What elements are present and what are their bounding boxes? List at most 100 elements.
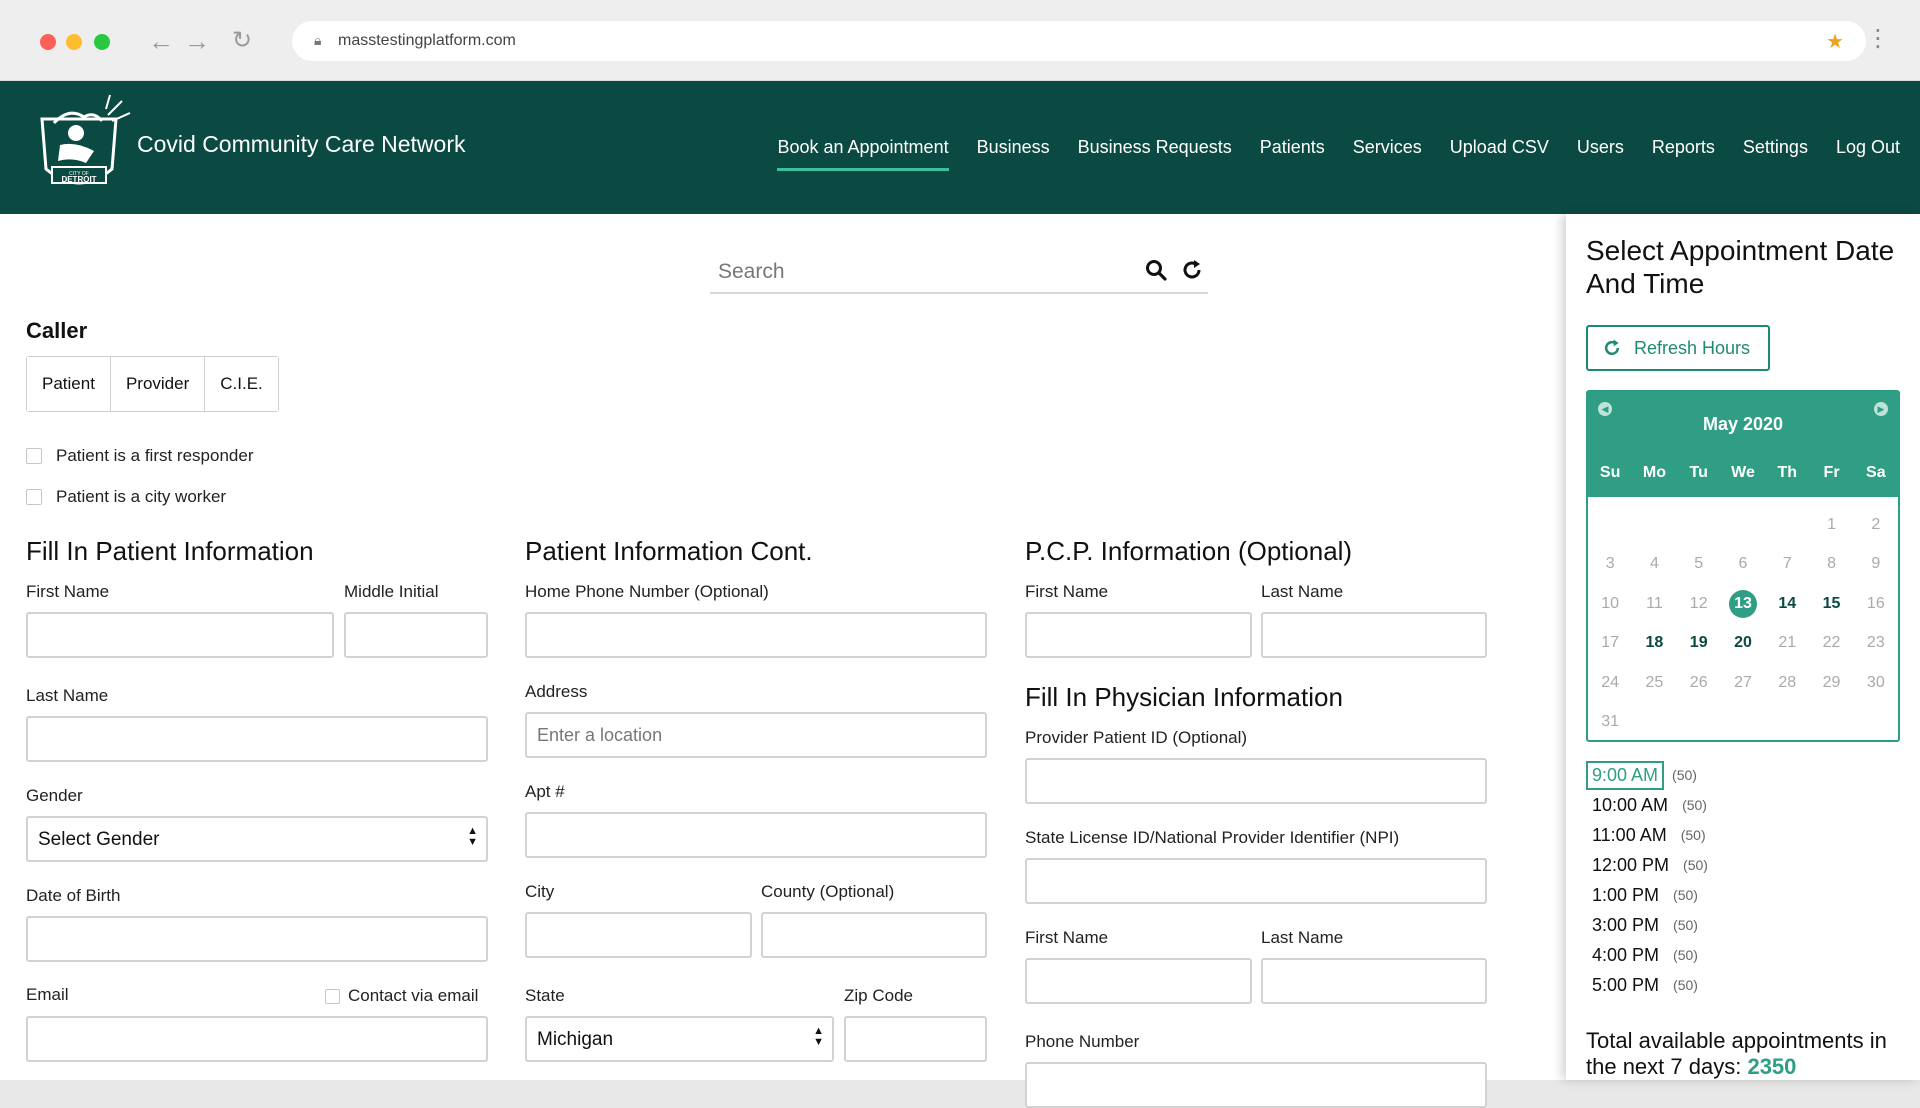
time-slot-list: 9:00 AM (50) 10:00 AM (50) 11:00 AM (50) 12:00… xyxy=(1586,760,1708,1000)
pcp-last-name-label: Last Name xyxy=(1261,582,1344,601)
zip-input[interactable] xyxy=(844,1016,987,1062)
email-input[interactable] xyxy=(26,1016,488,1062)
refresh-icon[interactable] xyxy=(1180,258,1204,282)
address-input[interactable] xyxy=(525,712,987,758)
time-slot-time[interactable]: 5:00 PM xyxy=(1586,971,1665,1000)
calendar-day: 24 xyxy=(1601,673,1620,691)
calendar-day[interactable]: 13 xyxy=(1721,589,1765,618)
calendar-header: ◀ May 2020 ▶ Su Mo Tu We Th Fr Sa xyxy=(1588,392,1898,497)
middle-initial-input[interactable] xyxy=(344,612,488,658)
calendar-day: 27 xyxy=(1734,673,1752,691)
contact-email-checkbox-row[interactable]: Contact via email xyxy=(325,986,478,1006)
nav-business-requests[interactable]: Business Requests xyxy=(1078,137,1232,171)
home-phone-input[interactable] xyxy=(525,612,987,658)
calendar-day: 28 xyxy=(1778,673,1797,691)
selected-day[interactable]: 13 xyxy=(1728,589,1757,618)
calendar-day[interactable]: 18 xyxy=(1632,634,1676,652)
gender-select-value: Select Gender xyxy=(38,829,160,850)
calendar-day: 3 xyxy=(1605,555,1615,573)
select-caret-icon: ▲ ▼ xyxy=(813,1025,824,1048)
calendar-day: 11 xyxy=(1646,594,1663,612)
calendar-week: 17 18 19 20 21 22 23 xyxy=(1588,624,1898,664)
dob-input[interactable] xyxy=(26,916,488,962)
refresh-hours-button[interactable]: Refresh Hours xyxy=(1586,325,1770,371)
caller-patient-button[interactable]: Patient xyxy=(27,357,111,411)
first-responder-label: Patient is a first responder xyxy=(56,446,254,465)
search-icon[interactable] xyxy=(1144,258,1168,282)
nav-upload-csv[interactable]: Upload CSV xyxy=(1450,137,1549,171)
nav-log-out[interactable]: Log Out xyxy=(1836,137,1900,171)
nav-reports[interactable]: Reports xyxy=(1652,137,1715,171)
nav-book-appointment[interactable]: Book an Appointment xyxy=(777,137,949,171)
calendar-day[interactable]: 14 xyxy=(1765,595,1809,613)
physician-last-name-input[interactable] xyxy=(1261,958,1487,1004)
first-name-input[interactable] xyxy=(26,612,334,658)
minimize-window-button[interactable] xyxy=(66,34,82,50)
address-bar[interactable]: 🔒︎ masstestingplatform.com ★ xyxy=(292,21,1866,61)
close-window-button[interactable] xyxy=(40,34,56,50)
lock-icon: 🔒︎ xyxy=(314,32,322,48)
pcp-last-name-input[interactable] xyxy=(1261,612,1487,658)
time-slot[interactable]: 10:00 AM (50) xyxy=(1586,790,1708,820)
calendar-day[interactable]: 20 xyxy=(1721,634,1765,652)
state-select[interactable]: Michigan ▲ ▼ xyxy=(525,1016,834,1062)
caller-cie-button[interactable]: C.I.E. xyxy=(205,357,278,411)
nav-services[interactable]: Services xyxy=(1353,137,1422,171)
gender-label: Gender xyxy=(26,786,83,805)
time-slot-time[interactable]: 4:00 PM xyxy=(1586,941,1665,970)
time-slot-time[interactable]: 1:00 PM xyxy=(1586,881,1665,910)
pcp-first-name-input[interactable] xyxy=(1025,612,1252,658)
nav-business[interactable]: Business xyxy=(977,137,1050,171)
time-slot[interactable]: 4:00 PM (50) xyxy=(1586,940,1708,970)
time-slot-time[interactable]: 3:00 PM xyxy=(1586,911,1665,940)
city-input[interactable] xyxy=(525,912,752,958)
maximize-window-button[interactable] xyxy=(94,34,110,50)
provider-id-input[interactable] xyxy=(1025,758,1487,804)
dob-label: Date of Birth xyxy=(26,886,121,905)
time-slot-time[interactable]: 9:00 AM xyxy=(1586,760,1665,790)
time-slot[interactable]: 1:00 PM (50) xyxy=(1586,880,1708,910)
physician-first-name-label: First Name xyxy=(1025,928,1109,947)
time-slot-time[interactable]: 12:00 PM xyxy=(1586,851,1675,880)
npi-input[interactable] xyxy=(1025,858,1487,904)
nav-settings[interactable]: Settings xyxy=(1743,137,1808,171)
first-name-label: First Name xyxy=(26,582,110,601)
county-input[interactable] xyxy=(761,912,987,958)
time-slot-time[interactable]: 10:00 AM xyxy=(1586,791,1674,820)
city-worker-checkbox-row[interactable]: Patient is a city worker xyxy=(26,487,226,507)
first-responder-checkbox-row[interactable]: Patient is a first responder xyxy=(26,446,253,466)
bookmark-star-icon[interactable]: ★ xyxy=(1826,29,1844,54)
back-arrow-icon[interactable]: ← xyxy=(148,26,174,56)
pcp-first-name-label: First Name xyxy=(1025,582,1109,601)
nav-patients[interactable]: Patients xyxy=(1260,137,1325,171)
forward-arrow-icon[interactable]: → xyxy=(184,26,210,56)
calendar-week: 3 4 5 6 7 8 9 xyxy=(1588,545,1898,585)
time-slot[interactable]: 3:00 PM (50) xyxy=(1586,910,1708,940)
caller-provider-button[interactable]: Provider xyxy=(110,357,206,411)
apt-label: Apt # xyxy=(525,782,565,801)
next-month-icon[interactable]: ▶ xyxy=(1874,402,1888,416)
time-slot-count: (50) xyxy=(1673,977,1698,993)
reload-icon[interactable]: ↻ xyxy=(232,26,252,56)
contact-email-checkbox[interactable] xyxy=(325,988,340,1004)
calendar-day: 25 xyxy=(1645,673,1664,691)
time-slot[interactable]: 11:00 AM (50) xyxy=(1586,820,1708,850)
total-available-count: 2350 xyxy=(1747,1054,1797,1079)
city-worker-checkbox[interactable] xyxy=(26,489,42,505)
calendar-day[interactable]: 19 xyxy=(1677,634,1721,652)
time-slot[interactable]: 5:00 PM (50) xyxy=(1586,970,1708,1000)
search-input[interactable] xyxy=(710,254,1130,290)
first-responder-checkbox[interactable] xyxy=(26,448,42,464)
gender-select[interactable]: Select Gender ▲ ▼ xyxy=(26,816,488,862)
apt-input[interactable] xyxy=(525,812,987,858)
time-slot-time[interactable]: 11:00 AM xyxy=(1586,821,1673,850)
last-name-input[interactable] xyxy=(26,716,488,762)
browser-menu-icon[interactable]: ⋮ xyxy=(1866,24,1890,53)
time-slot[interactable]: 9:00 AM (50) xyxy=(1586,760,1708,790)
physician-phone-input[interactable] xyxy=(1025,1062,1487,1108)
calendar-day: 10 xyxy=(1601,594,1620,612)
time-slot[interactable]: 12:00 PM (50) xyxy=(1586,850,1708,880)
calendar-day[interactable]: 15 xyxy=(1809,595,1853,613)
physician-first-name-input[interactable] xyxy=(1025,958,1252,1004)
nav-users[interactable]: Users xyxy=(1577,137,1624,171)
